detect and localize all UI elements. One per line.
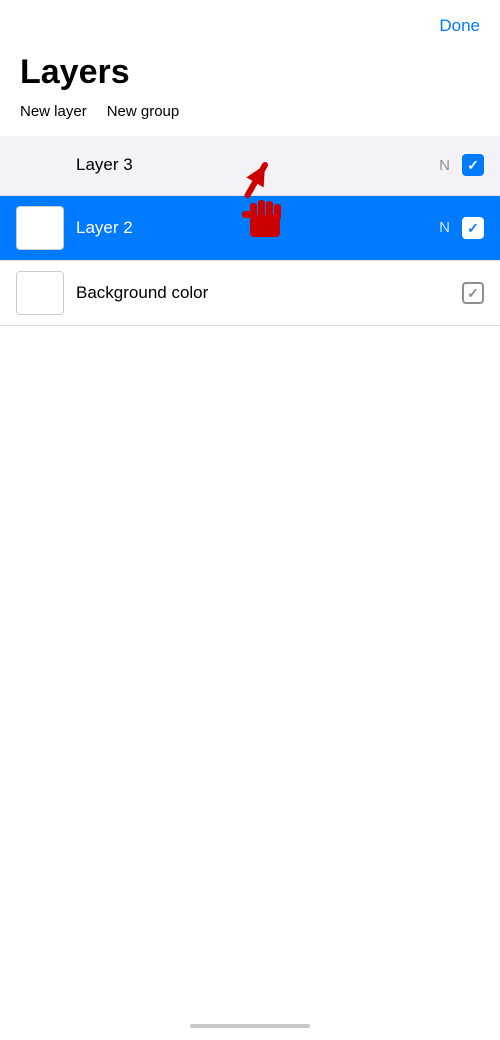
layer-visibility-checkbox[interactable]: ✓ <box>462 217 484 239</box>
layer-blend: N <box>439 219 450 236</box>
header: Done <box>0 0 500 44</box>
check-icon: ✓ <box>467 286 479 300</box>
title-section: Layers <box>0 44 500 97</box>
actions-row: New layer New group <box>0 97 500 132</box>
check-icon: ✓ <box>467 158 479 172</box>
page-title: Layers <box>20 52 480 93</box>
layer-visibility-checkbox[interactable]: ✓ <box>462 282 484 304</box>
layer-row[interactable]: Layer 3 N ✓ <box>0 136 500 196</box>
home-indicator <box>190 1024 310 1028</box>
layer-blend: N <box>439 157 450 174</box>
layer-name: Layer 3 <box>76 155 439 175</box>
layer-name: Layer 2 <box>76 218 439 238</box>
new-group-button[interactable]: New group <box>107 103 180 120</box>
layer-row[interactable]: Layer 2 N ✓ <box>0 196 500 261</box>
layer-thumbnail <box>16 206 64 250</box>
layer-thumbnail <box>16 271 64 315</box>
check-icon: ✓ <box>467 221 479 235</box>
done-button[interactable]: Done <box>439 16 480 36</box>
layer-visibility-checkbox[interactable]: ✓ <box>462 154 484 176</box>
layer-row[interactable]: Background color ✓ <box>0 261 500 326</box>
layer-name: Background color <box>76 283 462 303</box>
layers-list: Layer 3 N ✓ Layer 2 N ✓ Background color… <box>0 136 500 326</box>
new-layer-button[interactable]: New layer <box>20 103 87 120</box>
